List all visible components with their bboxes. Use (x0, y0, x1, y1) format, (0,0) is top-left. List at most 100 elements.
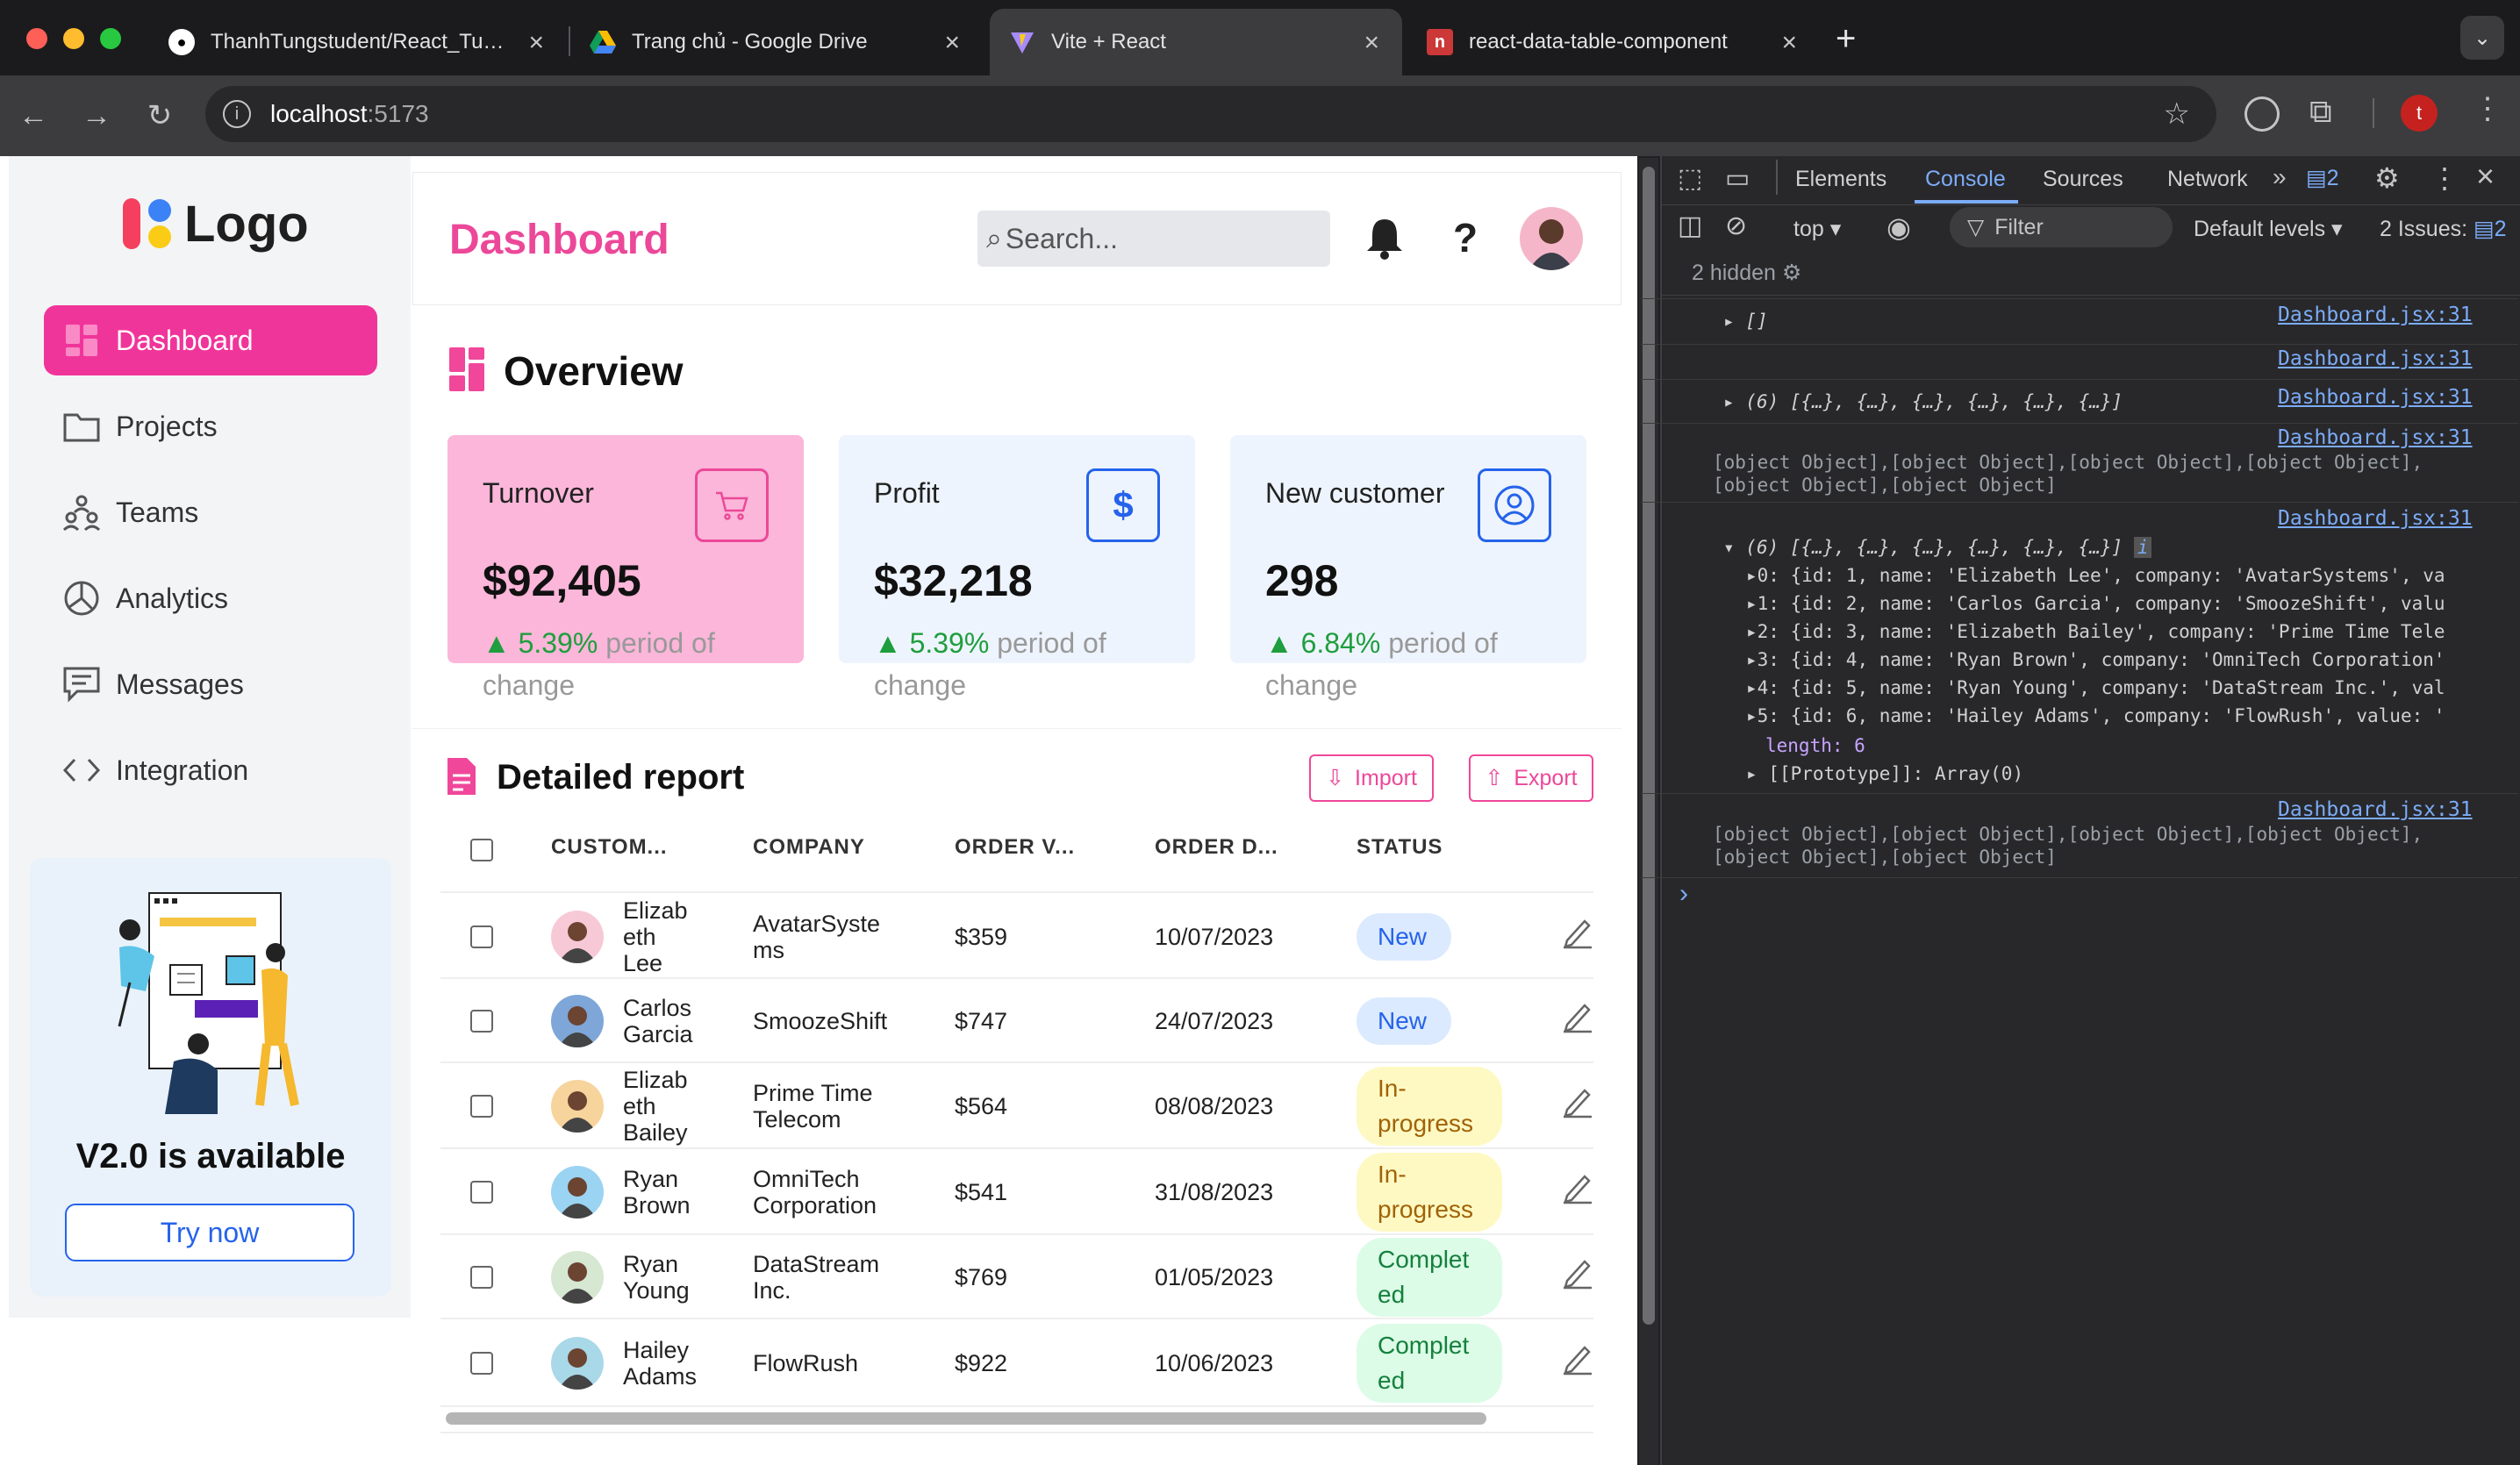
context-selector[interactable]: top ▾ (1793, 216, 1841, 242)
puzzle-extensions-icon[interactable]: ⧉ (2309, 93, 2332, 131)
source-link[interactable]: Dashboard.jsx:31 (2278, 798, 2473, 821)
row-checkbox[interactable] (470, 1352, 493, 1375)
browser-tab-github[interactable]: ● ThanhTungstudent/React_Tu… × (149, 9, 567, 75)
browser-tab-drive[interactable]: Trang chủ - Google Drive × (570, 9, 983, 75)
source-link[interactable]: Dashboard.jsx:31 (2278, 386, 2473, 409)
browser-menu-icon[interactable]: ⋮ (2473, 91, 2502, 126)
nav-teams[interactable]: Teams (44, 477, 377, 547)
import-button[interactable]: ⇩ Import (1309, 754, 1434, 802)
app-logo[interactable]: Logo (119, 195, 309, 254)
nav-messages[interactable]: Messages (44, 649, 377, 719)
tab-title: react-data-table-component (1469, 30, 1728, 54)
close-window-button[interactable] (26, 28, 47, 49)
tab-search-button[interactable]: ⌄ (2460, 16, 2504, 60)
nav-projects[interactable]: Projects (44, 391, 377, 461)
back-arrow-icon[interactable]: ← (12, 95, 54, 137)
browser-tab-vite[interactable]: Vite + React × (990, 9, 1402, 75)
devtools-tab-console[interactable]: Console (1925, 167, 2006, 192)
edit-pencil-icon[interactable] (1562, 1254, 1593, 1298)
profile-avatar[interactable]: t (2401, 95, 2438, 132)
browser-tab-bar: ● ThanhTungstudent/React_Tu… × Trang chủ… (0, 0, 2520, 75)
devtools-menu-icon[interactable]: ⋮ (2431, 161, 2459, 195)
log-array-expanded[interactable]: ▾ (6) [{…}, {…}, {…}, {…}, {…}, {…}] i (1723, 537, 2152, 558)
promo-illustration (118, 892, 299, 1114)
address-bar[interactable]: i localhost:5173 ☆ (205, 86, 2216, 142)
search-input[interactable]: ⌕ Search... (977, 211, 1330, 267)
column-header-company[interactable]: COMPANY (753, 835, 865, 860)
new-tab-button[interactable]: + (1836, 19, 1856, 59)
nav-analytics[interactable]: Analytics (44, 563, 377, 633)
minimize-window-button[interactable] (63, 28, 84, 49)
nav-dashboard[interactable]: Dashboard (44, 305, 377, 375)
maximize-window-button[interactable] (100, 28, 121, 49)
devtools-tab-network[interactable]: Network (2167, 167, 2248, 192)
array-entry[interactable]: ▸1: {id: 2, name: 'Carlos Garcia', compa… (1746, 593, 2518, 614)
close-tab-icon[interactable]: × (1781, 28, 1797, 58)
table-scrollbar[interactable] (446, 1412, 1486, 1425)
log-empty-array[interactable]: ▸ [] (1723, 311, 1768, 332)
customer-avatar (551, 995, 604, 1047)
log-array-collapsed[interactable]: ▸ (6) [{…}, {…}, {…}, {…}, {…}, {…}] (1723, 391, 2123, 412)
clear-console-icon[interactable]: ⊘ (1725, 211, 1747, 241)
source-link[interactable]: Dashboard.jsx:31 (2278, 507, 2473, 530)
edit-pencil-icon[interactable] (1562, 914, 1593, 958)
extension-target-icon[interactable] (2244, 96, 2280, 132)
devtools-tab-elements[interactable]: Elements (1795, 167, 1886, 192)
close-tab-icon[interactable]: × (1364, 28, 1379, 58)
help-icon[interactable]: ? (1453, 214, 1478, 261)
browser-tab-npm[interactable]: n react-data-table-component × (1407, 9, 1820, 75)
edit-pencil-icon[interactable] (1562, 1340, 1593, 1384)
row-checkbox[interactable] (470, 1010, 493, 1033)
column-header-customer[interactable]: CUSTOM... (551, 835, 668, 860)
messages-counter[interactable]: ▤2 (2306, 165, 2339, 191)
row-checkbox[interactable] (470, 1181, 493, 1204)
inspect-element-icon[interactable]: ⬚ (1678, 163, 1702, 194)
more-tabs-icon[interactable]: » (2273, 163, 2287, 191)
close-tab-icon[interactable]: × (528, 28, 544, 58)
source-link[interactable]: Dashboard.jsx:31 (2278, 426, 2473, 449)
export-button[interactable]: ⇧ Export (1469, 754, 1593, 802)
close-tab-icon[interactable]: × (944, 28, 960, 58)
edit-pencil-icon[interactable] (1562, 1169, 1593, 1213)
site-info-icon[interactable]: i (223, 100, 251, 128)
array-prototype[interactable]: ▸ [[Prototype]]: Array(0) (1746, 763, 2023, 784)
source-link[interactable]: Dashboard.jsx:31 (2278, 347, 2473, 370)
edit-pencil-icon[interactable] (1562, 998, 1593, 1042)
search-placeholder: Search... (1005, 222, 1118, 254)
devtools-settings-icon[interactable]: ⚙ (2374, 161, 2400, 195)
select-all-checkbox[interactable] (470, 839, 493, 861)
log-levels-dropdown[interactable]: Default levels ▾ (2194, 216, 2343, 242)
column-header-order-date[interactable]: ORDER D... (1155, 835, 1278, 860)
issues-counter[interactable]: 2 Issues: ▤2 (2380, 216, 2507, 242)
bookmark-star-icon[interactable]: ☆ (2164, 96, 2190, 132)
hidden-settings-icon[interactable]: ⚙ (1782, 261, 1801, 285)
row-checkbox[interactable] (470, 1095, 493, 1118)
array-entry[interactable]: ▸3: {id: 4, name: 'Ryan Brown', company:… (1746, 649, 2518, 670)
forward-arrow-icon[interactable]: → (75, 95, 118, 137)
logo-icon (123, 197, 171, 249)
reload-icon[interactable]: ↻ (139, 95, 181, 137)
bell-icon[interactable] (1365, 216, 1404, 264)
devtools-tab-sources[interactable]: Sources (2043, 167, 2123, 192)
column-header-order-value[interactable]: ORDER V... (955, 835, 1075, 860)
array-entry[interactable]: ▸0: {id: 1, name: 'Elizabeth Lee', compa… (1746, 565, 2518, 586)
devtools-close-icon[interactable]: × (2476, 158, 2495, 195)
user-avatar[interactable] (1520, 207, 1583, 270)
nav-integration[interactable]: Integration (44, 735, 377, 805)
array-entry[interactable]: ▸4: {id: 5, name: 'Ryan Young', company:… (1746, 677, 2518, 698)
column-header-status[interactable]: STATUS (1357, 835, 1443, 860)
try-now-button[interactable]: Try now (65, 1204, 354, 1261)
console-prompt-input[interactable]: › (1679, 879, 1688, 909)
row-checkbox[interactable] (470, 1266, 493, 1289)
overview-title: Overview (504, 348, 684, 394)
console-filter-input[interactable]: ▽ Filter (1950, 207, 2173, 247)
array-entry[interactable]: ▸2: {id: 3, name: 'Elizabeth Bailey', co… (1746, 621, 2518, 642)
live-expression-eye-icon[interactable]: ◉ (1886, 211, 1911, 244)
customer-name: Ryan Young (623, 1251, 690, 1304)
array-entry[interactable]: ▸5: {id: 6, name: 'Hailey Adams', compan… (1746, 705, 2518, 726)
device-toolbar-icon[interactable]: ▭ (1725, 163, 1750, 194)
sidebar-toggle-icon[interactable]: ◫ (1678, 211, 1702, 241)
edit-pencil-icon[interactable] (1562, 1083, 1593, 1127)
row-checkbox[interactable] (470, 925, 493, 948)
source-link[interactable]: Dashboard.jsx:31 (2278, 304, 2473, 326)
